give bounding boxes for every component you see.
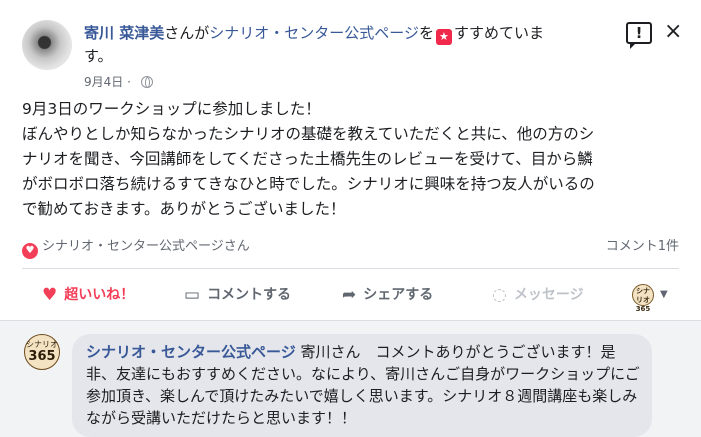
post-body: 9月3日のワークショップに参加しました！ ぼんやりとしか知らなかったシナリオの基… bbox=[22, 100, 595, 218]
star-icon: ★ bbox=[435, 29, 452, 45]
commenter-avatar[interactable]: シナリオ 365 bbox=[24, 334, 60, 370]
post-date-link[interactable]: 9月4日 bbox=[84, 75, 123, 89]
commenter-name-link[interactable]: シナリオ・センター公式ページ bbox=[86, 343, 296, 361]
post-meta: 9月4日 · bbox=[84, 73, 153, 90]
like-label: 超いいね！ bbox=[64, 287, 135, 303]
author-name-link[interactable]: 寄川 菜津美 bbox=[84, 24, 164, 42]
heart-icon: ♥ bbox=[42, 285, 58, 305]
love-reaction-icon: ♥ bbox=[22, 243, 38, 259]
messenger-icon: ◌ bbox=[492, 285, 507, 305]
comment-count-link[interactable]: コメント1件 bbox=[606, 235, 679, 254]
reactors-text: シナリオ・センター公式ページさん bbox=[42, 239, 250, 254]
page-name-link[interactable]: シナリオ・センター公式ページ bbox=[209, 24, 419, 42]
post-card: 寄川 菜津美さんがシナリオ・センター公式ページを ★ すすめていま す。 9月4日 ·… bbox=[0, 0, 701, 437]
chevron-down-icon: ▼ bbox=[660, 289, 668, 300]
recommend-prefix: さんが bbox=[164, 24, 210, 42]
recommend-suffix: すすめていま bbox=[453, 24, 544, 42]
like-button[interactable]: ♥ 超いいね！ bbox=[42, 276, 134, 314]
meta-dot: · bbox=[127, 75, 131, 89]
comment-bubble: シナリオ・センター公式ページ 寄川さん コメントありがとうございます！是非、友達… bbox=[72, 334, 652, 437]
post-header: 寄川 菜津美さんがシナリオ・センター公式ページを ★ すすめています。 bbox=[84, 22, 624, 67]
divider bbox=[22, 268, 679, 269]
page-logo-icon: シナリオ 365 bbox=[632, 284, 654, 313]
message-button[interactable]: ◌ メッセージ bbox=[492, 276, 584, 314]
recommend-suffix-2: す。 bbox=[84, 47, 113, 65]
share-arrow-icon: ➦ bbox=[342, 285, 357, 305]
reaction-summary[interactable]: ♥ シナリオ・センター公式ページさん bbox=[22, 235, 250, 259]
globe-icon[interactable] bbox=[140, 76, 153, 88]
report-icon[interactable]: ! bbox=[626, 22, 652, 49]
close-icon[interactable]: × bbox=[664, 19, 682, 44]
speech-bubble-icon: ▭ bbox=[184, 285, 201, 305]
comment-label: コメントする bbox=[207, 287, 292, 303]
comment-button[interactable]: ▭ コメントする bbox=[184, 276, 291, 314]
author-avatar[interactable] bbox=[22, 20, 72, 70]
recommend-middle: を bbox=[418, 24, 434, 42]
share-as-page-selector[interactable]: シナリオ 365 ▼ bbox=[632, 276, 668, 314]
share-button[interactable]: ➦ シェアする bbox=[342, 276, 433, 314]
message-label: メッセージ bbox=[513, 287, 584, 303]
share-label: シェアする bbox=[363, 287, 434, 303]
action-bar: ♥ 超いいね！ ▭ コメントする ➦ シェアする ◌ メッセージ シナリオ 365 ▼ bbox=[22, 276, 679, 314]
